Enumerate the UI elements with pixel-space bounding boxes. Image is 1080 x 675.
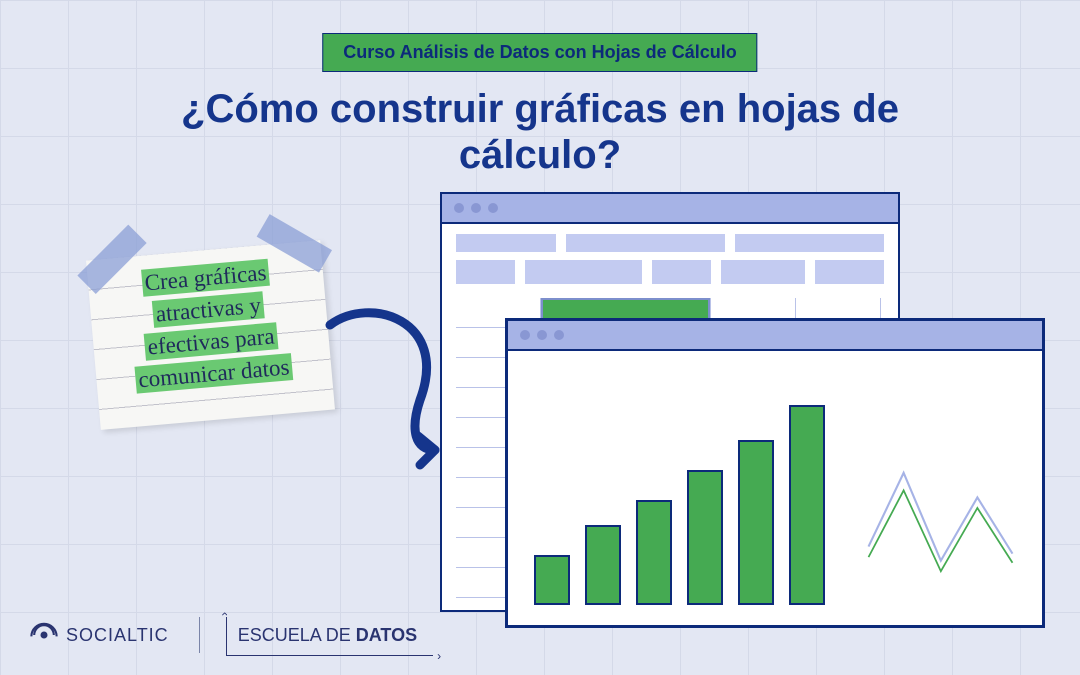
escuela-prefix: ESCUELA DE (238, 625, 356, 645)
socialtic-logo: SOCIALTIC (30, 621, 169, 649)
window-dot-icon (471, 203, 481, 213)
window-dot-icon (454, 203, 464, 213)
course-badge: Curso Análisis de Datos con Hojas de Cál… (322, 33, 757, 72)
bar (687, 470, 723, 605)
footer-logos: SOCIALTIC ESCUELA DE DATOS (30, 617, 425, 653)
toolbar-block (735, 234, 884, 252)
escuela-datos-logo: ESCUELA DE DATOS (230, 621, 425, 650)
bar (738, 440, 774, 605)
bar (789, 405, 825, 605)
line-chart (865, 425, 1016, 605)
socialtic-icon (30, 621, 58, 649)
socialtic-label: SOCIALTIC (66, 625, 169, 646)
spreadsheet-toolbar (442, 224, 898, 288)
chart-window (505, 318, 1045, 628)
window-dot-icon (554, 330, 564, 340)
toolbar-block (525, 260, 643, 284)
toolbar-block (456, 260, 515, 284)
toolbar-block (566, 234, 725, 252)
page-title: ¿Cómo construir gráficas en hojas de cál… (165, 86, 915, 178)
window-titlebar (442, 194, 898, 224)
bar (636, 500, 672, 605)
note-line: Crea gráficas (141, 259, 271, 297)
toolbar-block (721, 260, 805, 284)
logo-divider (199, 617, 200, 653)
toolbar-block (456, 234, 556, 252)
toolbar-block (815, 260, 884, 284)
bar-chart (534, 385, 825, 605)
window-dot-icon (537, 330, 547, 340)
bar (534, 555, 570, 605)
note-text: Crea gráficas atractivas y efectivas par… (86, 240, 333, 412)
window-dot-icon (488, 203, 498, 213)
note-line: atractivas y (152, 291, 265, 328)
sticky-note: Crea gráficas atractivas y efectivas par… (86, 240, 335, 430)
bar (585, 525, 621, 605)
escuela-bold: DATOS (356, 625, 417, 645)
window-titlebar (508, 321, 1042, 351)
window-dot-icon (520, 330, 530, 340)
toolbar-block (652, 260, 711, 284)
